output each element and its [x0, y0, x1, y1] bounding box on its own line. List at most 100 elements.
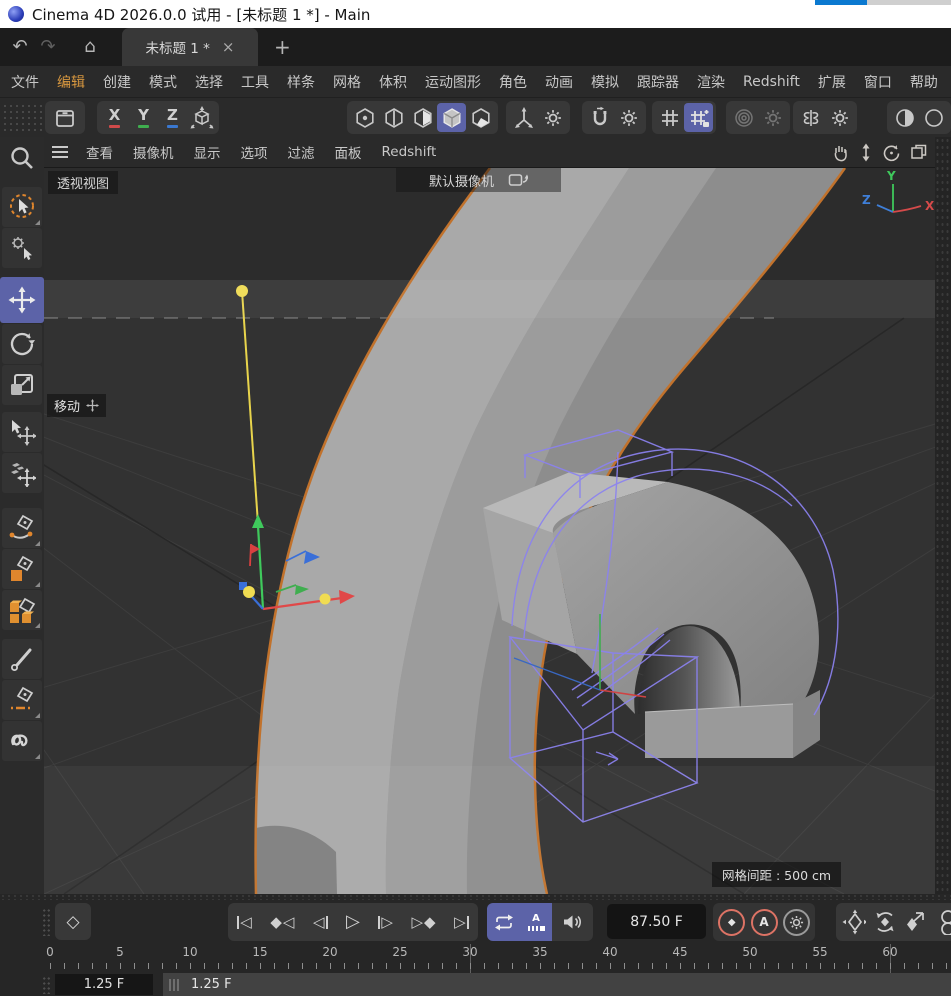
play-button[interactable]: ▷: [346, 913, 360, 931]
menu-item-render[interactable]: 渲染: [688, 72, 734, 92]
key-position-toggle[interactable]: [842, 909, 866, 935]
move-tool[interactable]: [0, 277, 44, 323]
snap-magnet-icon[interactable]: [585, 103, 614, 132]
menu-item-mesh[interactable]: 网格: [324, 72, 370, 92]
menu-item-create[interactable]: 创建: [94, 72, 140, 92]
lock-z-axis-button[interactable]: Z: [158, 103, 187, 132]
viewport-hamburger-icon[interactable]: [52, 143, 68, 161]
power-slider[interactable]: 1.25 F: [163, 973, 951, 996]
symmetry-settings-gear-icon[interactable]: [825, 103, 854, 132]
texture-mode-icon[interactable]: [466, 103, 495, 132]
camera-name-label[interactable]: 默认摄像机: [429, 171, 494, 190]
toolbar-grip[interactable]: [2, 103, 42, 133]
edges-mode-icon[interactable]: [379, 103, 408, 132]
model-mode-icon[interactable]: [437, 103, 466, 132]
primitive-cubes-pen-tool[interactable]: [2, 590, 42, 630]
live-selection-tool[interactable]: [2, 187, 42, 227]
coordinate-system-icon[interactable]: [187, 103, 216, 132]
menu-item-tools[interactable]: 工具: [232, 72, 278, 92]
powerslider-grip[interactable]: [42, 976, 51, 994]
menu-item-window[interactable]: 窗口: [855, 72, 901, 92]
spline-pen-tool[interactable]: [2, 508, 42, 548]
lock-x-axis-button[interactable]: X: [100, 103, 129, 132]
key-rotation-toggle[interactable]: [872, 909, 896, 935]
points-mode-icon[interactable]: [350, 103, 379, 132]
next-frame-button[interactable]: ▷: [378, 915, 393, 930]
current-frame-field[interactable]: 87.50 F: [607, 904, 706, 939]
clipped-toolbar-icon[interactable]: [890, 103, 919, 132]
spline-smooth-squiggle-tool[interactable]: [2, 721, 42, 761]
record-keyframe-button[interactable]: ◇: [55, 903, 91, 940]
key-scale-toggle[interactable]: [902, 909, 926, 935]
tool-settings-gears-icon[interactable]: [2, 228, 42, 268]
menu-item-volume[interactable]: 体积: [370, 72, 416, 92]
menu-item-simulate[interactable]: 模拟: [582, 72, 628, 92]
spline-primitive-pen-tool[interactable]: [2, 549, 42, 589]
sketch-pen-tool[interactable]: [2, 680, 42, 720]
clipped-toolbar-icon-2[interactable]: [919, 103, 948, 132]
workplane-box-icon[interactable]: [48, 103, 82, 132]
enable-axis-icon[interactable]: [509, 103, 538, 132]
right-panel-splitter[interactable]: [935, 137, 951, 894]
workplane-grid-icon[interactable]: [655, 103, 684, 132]
menu-item-select[interactable]: 选择: [186, 72, 232, 92]
brush-tool[interactable]: [2, 639, 42, 679]
redo-icon[interactable]: ↷: [34, 38, 62, 56]
menu-item-extensions[interactable]: 扩展: [809, 72, 855, 92]
snap-settings-gear-icon[interactable]: [614, 103, 643, 132]
keyframe-selection-gear-button[interactable]: [783, 909, 810, 936]
prev-key-button[interactable]: ◆◁: [270, 915, 294, 930]
vp-menu-options[interactable]: 选项: [231, 142, 278, 162]
document-tab[interactable]: 未标题 1 * ×: [122, 28, 258, 66]
scale-tool[interactable]: [2, 365, 42, 405]
rotate-tool[interactable]: [2, 324, 42, 364]
menu-item-edit[interactable]: 编辑: [48, 72, 94, 92]
record-active-objects-button[interactable]: ◆: [718, 909, 745, 936]
home-icon[interactable]: ⌂: [76, 38, 104, 56]
vp-menu-panel[interactable]: 面板: [325, 142, 372, 162]
selection-move-tool[interactable]: [2, 412, 42, 452]
pan-hand-icon[interactable]: [831, 143, 850, 162]
lock-y-axis-button[interactable]: Y: [129, 103, 158, 132]
render-settings-gear-icon[interactable]: [758, 103, 787, 132]
object-move-tool[interactable]: [2, 453, 42, 493]
vp-menu-view[interactable]: 查看: [76, 142, 123, 162]
vp-menu-redshift[interactable]: Redshift: [372, 144, 447, 160]
goto-end-button[interactable]: ▷: [454, 915, 469, 930]
vp-menu-cameras[interactable]: 摄像机: [123, 142, 184, 162]
transport-grip[interactable]: [42, 908, 51, 936]
vp-menu-display[interactable]: 显示: [184, 142, 231, 162]
prev-frame-button[interactable]: ◁: [313, 915, 328, 930]
loop-playback-button[interactable]: [487, 903, 520, 941]
menu-item-help[interactable]: 帮助: [901, 72, 947, 92]
key-parameter-toggle[interactable]: [932, 909, 951, 935]
search-icon[interactable]: [2, 138, 42, 178]
menu-item-mode[interactable]: 模式: [140, 72, 186, 92]
orbit-rotate-icon[interactable]: [882, 143, 901, 162]
undo-icon[interactable]: ↶: [6, 38, 34, 56]
dolly-updown-icon[interactable]: [859, 143, 873, 162]
menu-item-tracker[interactable]: 跟踪器: [628, 72, 688, 92]
timeline-ruler[interactable]: 0 5 10 15 20 25 30 35 40 45 50 55 60: [0, 944, 951, 960]
menu-item-file[interactable]: 文件: [2, 72, 48, 92]
lock-workplane-grid-icon[interactable]: [684, 103, 713, 132]
goto-start-button[interactable]: ◁: [237, 915, 252, 930]
sound-button[interactable]: [552, 903, 593, 941]
autokey-button[interactable]: A: [751, 909, 778, 936]
vp-menu-filter[interactable]: 过滤: [278, 142, 325, 162]
next-key-button[interactable]: ▷◆: [412, 915, 436, 930]
menu-item-spline[interactable]: 样条: [278, 72, 324, 92]
menu-item-mograph[interactable]: 运动图形: [416, 72, 490, 92]
symmetry-icon[interactable]: [796, 103, 825, 132]
polygons-mode-icon[interactable]: [408, 103, 437, 132]
new-tab-icon[interactable]: +: [274, 35, 291, 59]
tab-close-icon[interactable]: ×: [222, 38, 235, 56]
axis-settings-gear-icon[interactable]: [538, 103, 567, 132]
toggle-panel-max-icon[interactable]: [910, 144, 927, 161]
slider-handle-grip[interactable]: [169, 979, 179, 991]
timeline-ticks[interactable]: [0, 960, 951, 973]
interactive-render-rings-icon[interactable]: [729, 103, 758, 132]
play-mode-button[interactable]: A: [520, 903, 552, 941]
camera-swap-icon[interactable]: [508, 172, 528, 188]
menu-item-character[interactable]: 角色: [490, 72, 536, 92]
